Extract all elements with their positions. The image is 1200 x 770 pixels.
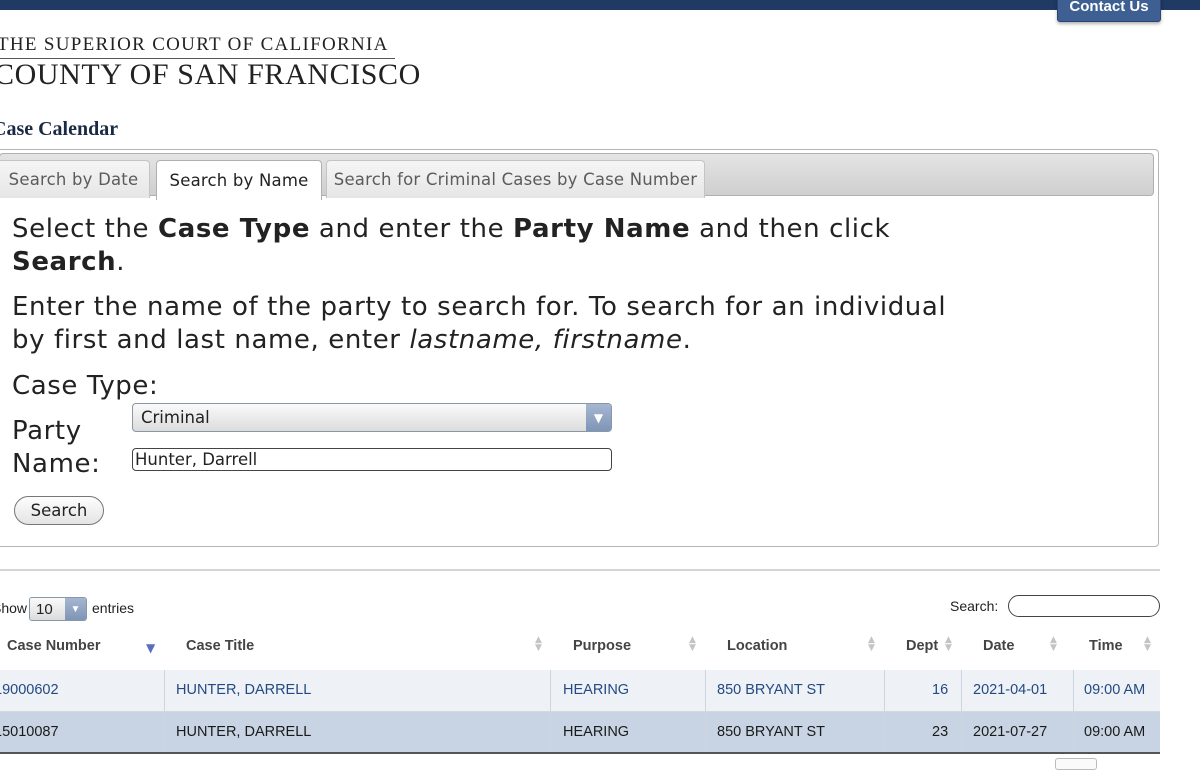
column-divider (705, 670, 706, 711)
table-row[interactable]: 19000602 HUNTER, DARRELL HEARING 850 BRY… (0, 670, 1160, 712)
column-divider (1073, 670, 1074, 711)
tab-search-by-case-number[interactable]: Search for Criminal Cases by Case Number (326, 160, 705, 198)
col-purpose[interactable]: Purpose (573, 638, 631, 654)
instruction-line-3: Enter the name of the party to search fo… (12, 292, 947, 322)
sort-icon: ▲ ▼ (1144, 635, 1151, 653)
table-search-label: Search: (950, 598, 999, 614)
purpose-cell: HEARING (563, 724, 630, 740)
entries-per-page-select[interactable]: 10 ▼ (29, 597, 87, 621)
column-divider (550, 712, 551, 752)
column-divider (550, 670, 551, 711)
instruction-line-4: by first and last name, enter lastname, … (12, 325, 692, 355)
col-time[interactable]: Time (1089, 638, 1123, 654)
instruction-line-2: Search. (12, 247, 126, 277)
court-logo-line1: THE SUPERIOR COURT OF CALIFORNIA (0, 34, 389, 55)
column-divider (884, 712, 885, 752)
case-number-link[interactable]: 15010087 (0, 724, 59, 740)
party-name-input[interactable]: Hunter, Darrell (132, 448, 612, 471)
dept-cell: 16 (932, 682, 949, 698)
col-case-number[interactable]: Case Number (7, 638, 100, 654)
party-name-label-2: Name: (12, 449, 101, 479)
sort-icon: ▲ ▼ (535, 635, 542, 653)
sort-desc-icon: ▼ (146, 641, 156, 655)
col-location[interactable]: Location (727, 638, 787, 654)
table-search-input[interactable] (1008, 595, 1160, 617)
show-label: Show (0, 600, 28, 616)
date-cell: 2021-04-01 (973, 682, 1048, 698)
case-title-cell: HUNTER, DARRELL (176, 724, 312, 740)
col-date[interactable]: Date (983, 638, 1014, 654)
search-button[interactable]: Search (14, 496, 104, 525)
sort-icon: ▲ ▼ (868, 635, 875, 653)
col-case-title[interactable]: Case Title (186, 638, 254, 654)
instruction-line-1: Select the Case Type and enter the Party… (12, 214, 891, 244)
column-divider (961, 670, 962, 711)
sort-icon: ▲ ▼ (689, 635, 696, 653)
purpose-cell: HEARING (563, 682, 630, 698)
pagination-control[interactable] (1055, 758, 1097, 770)
case-number-link[interactable]: 19000602 (0, 682, 59, 698)
party-name-value: Hunter, Darrell (135, 450, 258, 469)
sort-icon: ▲ ▼ (945, 635, 952, 653)
tab-search-by-date[interactable]: Search by Date (0, 160, 150, 198)
case-title-cell: HUNTER, DARRELL (176, 682, 312, 698)
entries-label: entries (92, 600, 135, 616)
page-title: Case Calendar (0, 118, 119, 140)
tab-bar: Search by Date Search by Name Search for… (0, 153, 1154, 200)
col-dept[interactable]: Dept (906, 638, 938, 654)
column-divider (961, 712, 962, 752)
party-name-label: Party (12, 416, 82, 446)
column-divider (884, 670, 885, 711)
case-type-value: Criminal (141, 408, 210, 427)
location-cell: 850 BRYANT ST (717, 724, 825, 740)
column-divider (164, 670, 165, 711)
table-row[interactable]: 15010087 HUNTER, DARRELL HEARING 850 BRY… (0, 712, 1160, 754)
column-divider (705, 712, 706, 752)
column-divider (164, 712, 165, 752)
location-cell: 850 BRYANT ST (717, 682, 825, 698)
chevron-down-icon: ▼ (586, 404, 611, 431)
dept-cell: 23 (932, 724, 949, 740)
court-logo-line2: COUNTY OF SAN FRANCISCO (0, 58, 421, 91)
top-nav-bar (0, 0, 1200, 10)
section-divider (0, 569, 1160, 571)
contact-us-button[interactable]: Contact Us (1057, 0, 1161, 22)
entries-value: 10 (36, 600, 53, 618)
sort-icon: ▲ ▼ (1050, 635, 1057, 653)
chevron-down-icon: ▼ (65, 598, 86, 620)
column-divider (1073, 712, 1074, 752)
time-cell: 09:00 AM (1084, 724, 1146, 740)
table-header: Case Number ▼ Case Title ▲ ▼ Purpose ▲ ▼ L… (0, 624, 1160, 672)
case-type-label: Case Type: (12, 371, 159, 401)
time-cell: 09:00 AM (1084, 682, 1146, 698)
case-type-select[interactable]: Criminal ▼ (132, 403, 612, 432)
tab-search-by-name[interactable]: Search by Name (156, 160, 322, 200)
date-cell: 2021-07-27 (973, 724, 1048, 740)
